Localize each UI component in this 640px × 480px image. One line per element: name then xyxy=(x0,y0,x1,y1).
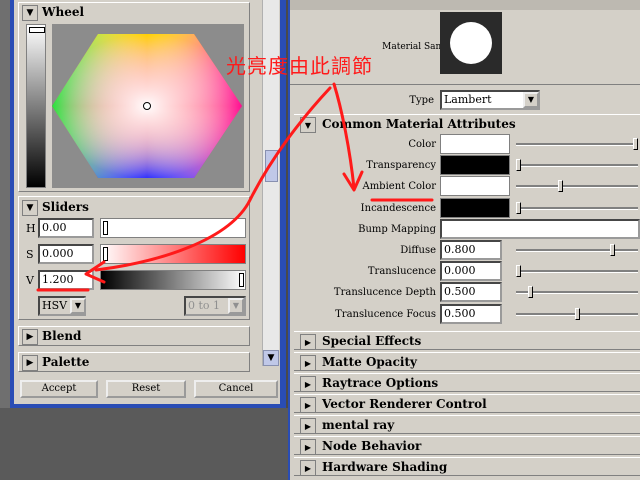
arrow-to-ambient xyxy=(332,82,356,190)
arrow-head-v-field xyxy=(84,260,106,284)
arrow-to-v-field xyxy=(94,86,332,272)
annotation-overlay xyxy=(36,82,434,292)
